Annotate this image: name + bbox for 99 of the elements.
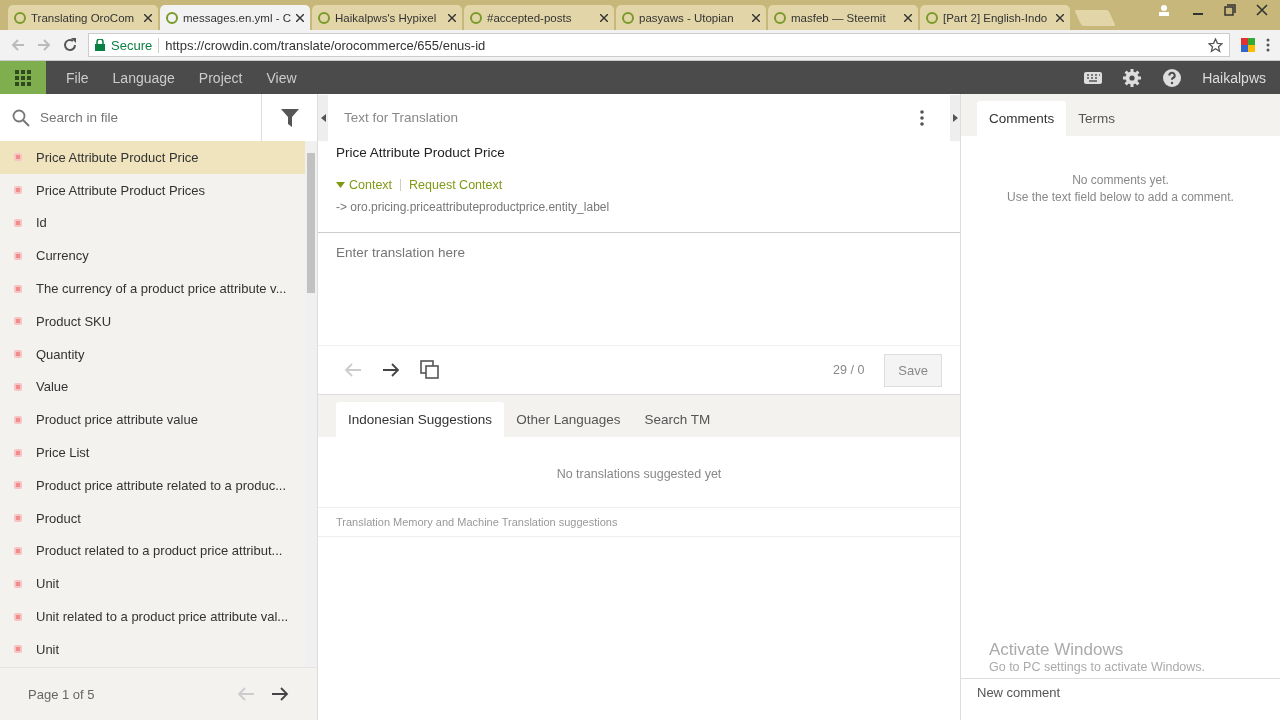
activation-notice-title: Activate Windows [989, 640, 1125, 660]
untranslated-icon [14, 415, 22, 424]
string-item[interactable]: Unit [0, 632, 305, 666]
empty-message: No comments yet. [1071, 172, 1170, 189]
untranslated-icon [14, 448, 22, 457]
more-icon[interactable] [1266, 37, 1270, 53]
caret-icon [336, 182, 345, 188]
restore-icon[interactable] [1224, 4, 1236, 16]
close-icon[interactable] [904, 13, 912, 22]
untranslated-icon [14, 186, 22, 195]
settings-icon[interactable] [1122, 67, 1143, 88]
browser-tab[interactable]: pasyaws - Utopian [616, 5, 766, 30]
site-icon [622, 11, 634, 24]
collapse-left-handle[interactable] [318, 94, 328, 141]
site-icon [166, 11, 178, 24]
filter-icon [280, 107, 299, 128]
close-icon[interactable] [600, 13, 608, 22]
user-name[interactable]: Haikalpws [1202, 69, 1266, 86]
next-icon[interactable] [382, 362, 400, 378]
string-item[interactable]: Product price attribute related to a produc... [0, 468, 305, 502]
string-item[interactable]: Product price attribute value [0, 403, 305, 437]
secure-label: Secure [111, 37, 160, 53]
suggestions-tab[interactable]: Indonesian Suggestions [336, 402, 505, 437]
untranslated-icon [14, 514, 22, 523]
string-item[interactable]: Id [0, 206, 305, 240]
string-item[interactable]: Price Attribute Product Price [0, 141, 305, 174]
string-item[interactable]: Value [0, 370, 305, 404]
site-icon [318, 11, 330, 24]
menu-item[interactable]: Language [112, 69, 175, 86]
reload-icon[interactable] [62, 37, 78, 53]
close-icon[interactable] [448, 13, 456, 22]
section-heading: Text for Translation [344, 110, 459, 125]
site-icon [470, 11, 482, 24]
next-page-icon[interactable] [271, 686, 289, 702]
help-icon[interactable] [1162, 67, 1183, 88]
string-item[interactable]: Product related to a product price attribut... [0, 534, 305, 568]
untranslated-icon [14, 579, 22, 588]
new-comment-field[interactable]: New comment [961, 678, 1280, 720]
menu-item[interactable]: View [266, 69, 297, 86]
browser-tab[interactable]: [Part 2] English-Indo [920, 5, 1070, 30]
untranslated-icon [14, 645, 22, 654]
site-icon [14, 11, 26, 24]
site-icon [926, 11, 938, 24]
menu-item[interactable]: Project [198, 69, 243, 86]
browser-tab[interactable]: Translating OroCom [8, 5, 158, 30]
page-indicator: Page 1 of 5 [28, 686, 95, 702]
untranslated-icon [14, 350, 22, 359]
string-item[interactable]: Product [0, 501, 305, 535]
string-item[interactable]: Unit [0, 567, 305, 601]
grid-icon [15, 69, 31, 86]
comments-tab[interactable]: Terms [1066, 101, 1127, 136]
untranslated-icon [14, 612, 22, 621]
close-icon[interactable] [1056, 13, 1064, 22]
apps-grid-button[interactable] [0, 61, 46, 94]
untranslated-icon [14, 219, 22, 227]
suggestions-note: Translation Memory and Machine Translation suggestions [318, 508, 960, 537]
string-item[interactable]: Unit related to a product price attribute val... [0, 600, 305, 633]
keyboard-icon[interactable] [1084, 71, 1103, 84]
star-icon[interactable] [1208, 37, 1223, 53]
activation-notice-text: Go to PC settings to activate Windows. [989, 660, 1207, 674]
string-item[interactable]: Product SKU [0, 305, 305, 338]
url-text: https://crowdin.com/translate/orocommerce/655/enus-id [165, 37, 486, 53]
untranslated-icon [14, 284, 22, 293]
collapse-right-handle[interactable] [950, 94, 960, 141]
suggestions-tab[interactable]: Other Languages [504, 402, 633, 437]
context-key: -> oro.pricing.priceattributeproductprice.entity_label [318, 192, 960, 214]
untranslated-icon [14, 153, 22, 162]
browser-tab[interactable]: messages.en.yml - C [160, 5, 310, 30]
string-item[interactable]: Currency [0, 239, 305, 273]
more-icon[interactable] [920, 109, 924, 126]
close-icon[interactable] [1256, 4, 1268, 16]
lock-icon [95, 39, 105, 51]
search-icon [12, 108, 30, 127]
comments-tab[interactable]: Comments [977, 101, 1067, 136]
browser-tab[interactable]: Haikalpws's Hypixel [312, 5, 462, 30]
site-icon [774, 11, 786, 24]
address-field[interactable]: Secure https://crowdin.com/translate/orocommerce/655/enus-id [88, 33, 1230, 57]
untranslated-icon [14, 382, 22, 391]
untranslated-icon [14, 317, 22, 326]
suggestions-tab[interactable]: Search TM [632, 402, 723, 437]
string-item[interactable]: Price Attribute Product Prices [0, 173, 305, 207]
close-icon[interactable] [144, 13, 152, 22]
copy-source-icon[interactable] [420, 360, 440, 380]
browser-tab[interactable]: masfeb — Steemit [768, 5, 918, 30]
empty-message: No translations suggested yet [318, 437, 960, 508]
untranslated-icon [14, 546, 22, 555]
string-item[interactable]: Price List [0, 436, 305, 469]
empty-message: Use the text field below to add a comment. [1006, 189, 1235, 206]
string-item[interactable]: The currency of a product price attribute v... [0, 272, 305, 305]
untranslated-icon [14, 251, 22, 260]
close-icon[interactable] [296, 13, 304, 22]
source-text: Price Attribute Product Price [335, 144, 506, 162]
close-icon[interactable] [752, 13, 760, 22]
menu-item[interactable]: File [66, 69, 89, 86]
browser-tab[interactable]: #accepted-posts [464, 5, 614, 30]
string-item[interactable]: Quantity [0, 337, 305, 371]
extension-icon[interactable] [1240, 37, 1256, 53]
untranslated-icon [14, 481, 22, 490]
character-counter: 29 / 0 [833, 363, 865, 377]
